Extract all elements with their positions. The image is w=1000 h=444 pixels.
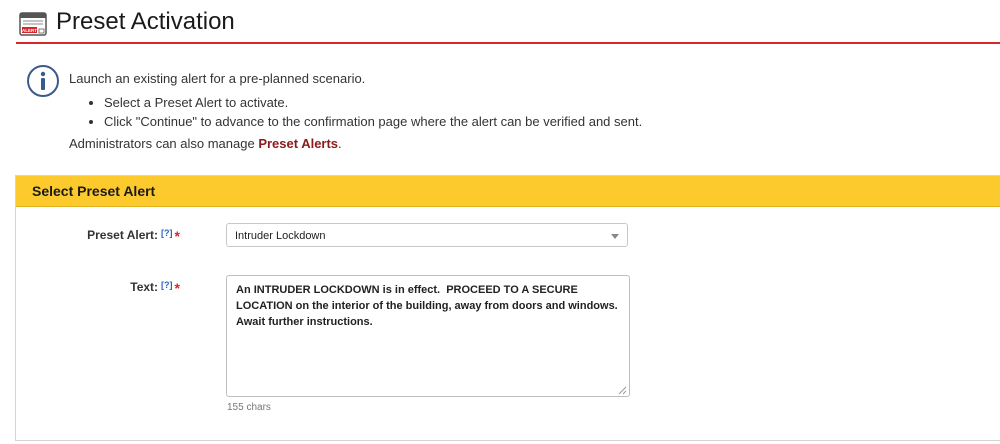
text-label: Text: [?] * (10, 280, 180, 296)
page-header: ALERT Preset Activation (16, 6, 1000, 42)
preset-alert-select[interactable]: Intruder Lockdown (226, 223, 628, 247)
required-marker: * (174, 228, 180, 244)
instruction-list: Select a Preset Alert to activate. Click… (90, 95, 642, 133)
preset-alert-label: Preset Alert: [?] * (10, 228, 180, 244)
text-label-text: Text: (130, 280, 159, 294)
preset-alert-help-link[interactable]: [?] (161, 228, 173, 238)
char-count: 155 chars (227, 402, 271, 413)
panel-header: Select Preset Alert (16, 176, 1000, 207)
required-marker: * (174, 280, 180, 296)
instruction-item: Click "Continue" to advance to the confi… (104, 114, 642, 129)
instruction-item: Select a Preset Alert to activate. (104, 95, 642, 110)
preset-alerts-link[interactable]: Preset Alerts (258, 136, 338, 151)
alert-window-icon: ALERT (19, 12, 47, 36)
panel-title: Select Preset Alert (32, 183, 156, 199)
intro-text: Launch an existing alert for a pre-plann… (69, 71, 366, 86)
preset-alert-label-text: Preset Alert: (87, 228, 159, 242)
admin-note-prefix: Administrators can also manage (69, 136, 259, 151)
info-icon (27, 65, 59, 97)
admin-note: Administrators can also manage Preset Al… (69, 136, 342, 151)
alert-badge-text: ALERT (22, 28, 37, 33)
text-help-link[interactable]: [?] (161, 280, 173, 290)
page-title: Preset Activation (56, 8, 235, 35)
header-divider (16, 42, 1000, 44)
alert-text-area[interactable]: An INTRUDER LOCKDOWN is in effect. PROCE… (226, 275, 630, 397)
chevron-down-icon (611, 234, 619, 239)
admin-note-suffix: . (338, 136, 342, 151)
preset-alert-selected-value: Intruder Lockdown (235, 230, 326, 242)
resize-grip-icon[interactable] (617, 385, 627, 395)
